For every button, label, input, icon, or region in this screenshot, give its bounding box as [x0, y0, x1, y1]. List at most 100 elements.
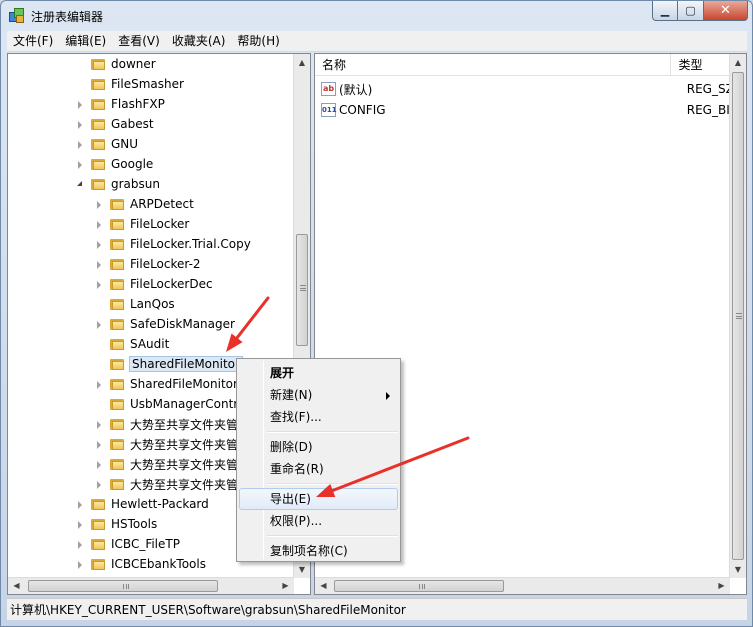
context-menu-item[interactable]: 重命名(R) [239, 458, 398, 480]
tree-node[interactable]: LanQos [95, 294, 175, 314]
scroll-thumb[interactable] [28, 580, 218, 592]
context-menu-item[interactable]: 导出(E) [239, 488, 398, 510]
list-item[interactable]: ab (默认) REG_SZ [315, 79, 746, 99]
scroll-up-arrow-icon[interactable]: ▲ [730, 54, 746, 71]
folder-icon [91, 537, 105, 551]
tree-node[interactable]: FileLockerDec [95, 274, 213, 294]
tree-node[interactable]: SafeDiskManager [95, 314, 235, 334]
folder-icon [110, 417, 124, 431]
menu-item[interactable]: 帮助(H) [231, 31, 285, 51]
tree-node[interactable]: SharedFileMonitor [95, 354, 243, 374]
menu-item[interactable]: 查看(V) [112, 31, 166, 51]
close-button[interactable]: ✕ [704, 1, 748, 21]
scroll-thumb[interactable] [296, 234, 308, 346]
minimize-button[interactable]: ▁ [652, 1, 678, 21]
expand-triangle-icon[interactable] [76, 540, 85, 549]
tree-node[interactable]: 大势至共享文件夹管 [95, 434, 238, 454]
tree-node[interactable]: FileLocker [95, 214, 189, 234]
column-name-header[interactable]: 名称 [315, 54, 672, 76]
tree-node[interactable]: Google [76, 154, 153, 174]
tree-node[interactable]: Gabest [76, 114, 154, 134]
tree-node[interactable]: grabsun [76, 174, 160, 194]
tree-horizontal-scrollbar[interactable]: ◀ ▶ [8, 577, 294, 594]
scroll-right-arrow-icon[interactable]: ▶ [713, 578, 730, 594]
context-menu: 展开 新建(N) 查找(F)... 删除(D) 重命名(R) 导出(E) 权限(P)... 复… [236, 358, 401, 562]
scroll-left-arrow-icon[interactable]: ◀ [8, 578, 25, 594]
context-menu-item[interactable]: 删除(D) [239, 436, 398, 458]
tree-node[interactable]: 大势至共享文件夹管 [95, 474, 238, 494]
folder-icon [91, 177, 105, 191]
context-menu-item[interactable]: 展开 [239, 362, 398, 384]
expand-triangle-icon[interactable] [95, 220, 104, 229]
tree-node[interactable]: FileSmasher [76, 74, 184, 94]
tree-node[interactable]: HSTools [76, 514, 157, 534]
tree-node[interactable]: SAudit [95, 334, 169, 354]
scroll-down-arrow-icon[interactable]: ▼ [294, 561, 310, 578]
list-item[interactable]: 011 CONFIG REG_BIN [315, 100, 746, 120]
folder-icon [91, 517, 105, 531]
expand-triangle-icon[interactable] [95, 440, 104, 449]
expand-triangle-icon[interactable] [95, 240, 104, 249]
tree-node[interactable]: UsbManagerContr [95, 394, 238, 414]
folder-icon [91, 117, 105, 131]
expand-triangle-icon[interactable] [95, 320, 104, 329]
tree-node[interactable]: FlashFXP [76, 94, 165, 114]
string-value-icon: ab [321, 82, 336, 96]
scroll-thumb[interactable] [732, 72, 744, 560]
expand-triangle-icon[interactable] [76, 560, 85, 569]
tree-node[interactable]: FileLocker-2 [95, 254, 201, 274]
expand-triangle-icon[interactable] [76, 500, 85, 509]
folder-icon [110, 317, 124, 331]
maximize-button[interactable]: ▢ [678, 1, 704, 21]
list-vertical-scrollbar[interactable]: ▲ ▼ [729, 54, 746, 578]
tree-node[interactable]: Hewlett-Packard [76, 494, 209, 514]
tree-node-label: ICBC_FileTP [111, 537, 180, 551]
context-menu-item[interactable]: 复制项名称(C) [239, 540, 398, 562]
expand-triangle-icon[interactable] [76, 160, 85, 169]
scroll-left-arrow-icon[interactable]: ◀ [315, 578, 332, 594]
tree-node[interactable]: ICBC_FileTP [76, 534, 180, 554]
folder-icon [110, 357, 124, 371]
expand-triangle-icon[interactable] [95, 460, 104, 469]
expand-triangle-icon[interactable] [95, 260, 104, 269]
folder-icon [110, 337, 124, 351]
menu-item[interactable]: 编辑(E) [59, 31, 112, 51]
expand-triangle-icon[interactable] [95, 420, 104, 429]
expand-triangle-icon[interactable] [95, 480, 104, 489]
menu-item[interactable]: 文件(F) [7, 31, 59, 51]
tree-node[interactable]: ARPDetect [95, 194, 194, 214]
expand-triangle-icon[interactable] [76, 100, 85, 109]
expand-triangle-icon[interactable] [95, 280, 104, 289]
expand-triangle-icon[interactable] [76, 520, 85, 529]
tree-node[interactable]: ICBCEbankTools [76, 554, 206, 574]
tree-node-label: SafeDiskManager [130, 317, 235, 331]
scroll-up-arrow-icon[interactable]: ▲ [294, 54, 310, 71]
expand-triangle-icon[interactable] [76, 120, 85, 129]
expand-triangle-icon[interactable] [76, 140, 85, 149]
list-horizontal-scrollbar[interactable]: ◀ ▶ [315, 577, 730, 594]
value-name: (默认) [339, 82, 373, 97]
scroll-right-arrow-icon[interactable]: ▶ [277, 578, 294, 594]
expand-triangle-icon[interactable] [95, 380, 104, 389]
folder-icon [110, 197, 124, 211]
tree-node[interactable]: GNU [76, 134, 138, 154]
tree-node[interactable]: 大势至共享文件夹管 [95, 454, 238, 474]
expander-placeholder [76, 60, 85, 69]
menu-item[interactable]: 收藏夹(A) [166, 31, 232, 51]
context-menu-item[interactable]: 查找(F)... [239, 406, 398, 428]
context-menu-item[interactable]: 新建(N) [239, 384, 398, 406]
tree-node[interactable]: 大势至共享文件夹管 [95, 414, 238, 434]
scroll-down-arrow-icon[interactable]: ▼ [730, 561, 746, 578]
expander-placeholder [95, 400, 104, 409]
tree-node-label: SharedFileMonitor [130, 377, 238, 391]
expand-triangle-icon[interactable] [95, 200, 104, 209]
scroll-thumb[interactable] [334, 580, 504, 592]
tree-node[interactable]: SharedFileMonitor [95, 374, 238, 394]
folder-icon [91, 57, 105, 71]
title-bar[interactable]: 注册表编辑器 ▁ ▢ ✕ [1, 1, 752, 31]
folder-icon [91, 77, 105, 91]
context-menu-item[interactable]: 权限(P)... [239, 510, 398, 532]
tree-node[interactable]: downer [76, 54, 156, 74]
tree-node[interactable]: FileLocker.Trial.Copy [95, 234, 251, 254]
collapse-triangle-icon[interactable] [76, 180, 85, 189]
